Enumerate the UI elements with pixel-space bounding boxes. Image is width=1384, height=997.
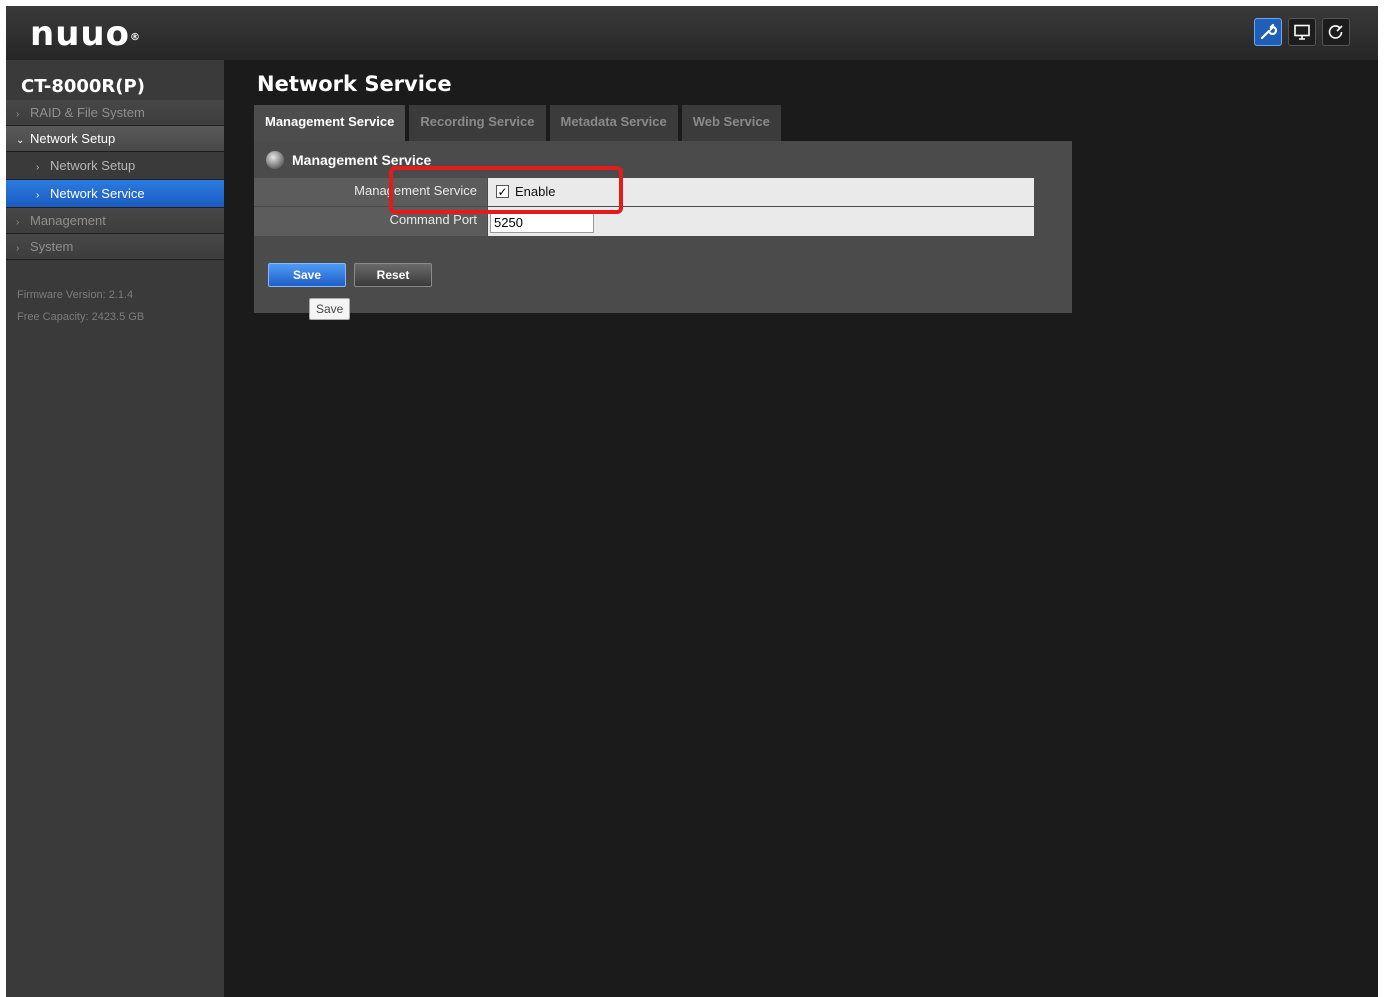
chevron-right-icon: › xyxy=(16,243,20,254)
power-icon[interactable] xyxy=(1322,18,1350,46)
save-button[interactable]: Save xyxy=(268,263,346,287)
sidebar-item-label: Network Setup xyxy=(30,131,116,146)
tab-web-service[interactable]: Web Service xyxy=(681,105,781,141)
monitor-icon[interactable] xyxy=(1288,18,1316,46)
sidebar-item-system[interactable]: › System xyxy=(6,234,224,260)
sidebar-item-label: Management xyxy=(30,213,106,228)
nuuo-logo: nuuo® xyxy=(30,14,141,54)
top-icon-bar xyxy=(1254,18,1350,46)
sidebar-item-label: System xyxy=(30,239,74,254)
top-header: nuuo® xyxy=(6,6,1378,60)
sidebar-item-management[interactable]: › Management xyxy=(6,208,224,234)
device-name: CT-8000R(P) xyxy=(21,76,145,97)
page-title: Network Service xyxy=(257,72,452,96)
chevron-right-icon: › xyxy=(16,217,20,228)
command-port-row: Command Port 5250 xyxy=(254,207,1034,236)
tab-metadata-service[interactable]: Metadata Service xyxy=(549,105,678,141)
management-service-row: Management Service ✓ Enable xyxy=(254,178,1034,206)
registered-mark: ® xyxy=(129,32,141,43)
free-capacity: Free Capacity: 2423.5 GB xyxy=(17,311,145,323)
sidebar-item-raid-file-system[interactable]: › RAID & File System xyxy=(6,100,224,126)
sidebar-nav: › RAID & File System ⌄ Network Setup › Netw… xyxy=(6,100,224,260)
sidebar-item-network-setup[interactable]: › Network Setup xyxy=(6,152,224,180)
chevron-down-icon: ⌄ xyxy=(16,135,25,146)
sidebar-item-label: Network Setup xyxy=(50,158,136,173)
chevron-right-icon: › xyxy=(36,190,40,201)
globe-icon xyxy=(266,151,284,169)
reset-button[interactable]: Reset xyxy=(354,263,432,287)
firmware-version: Firmware Version: 2.1.4 xyxy=(17,289,134,301)
command-port-input[interactable]: 5250 xyxy=(490,213,594,233)
sidebar-item-network-service[interactable]: › Network Service xyxy=(6,180,224,208)
settings-panel: Management Service Management Service ✓ … xyxy=(254,141,1072,320)
service-tabs: Management Service Recording Service Met… xyxy=(254,105,781,141)
chevron-right-icon: › xyxy=(36,162,40,173)
save-tooltip: Save xyxy=(309,298,351,320)
tab-management-service[interactable]: Management Service xyxy=(254,105,406,141)
sidebar-item-network-setup-group[interactable]: ⌄ Network Setup xyxy=(6,126,224,152)
wrench-icon[interactable] xyxy=(1254,18,1282,46)
highlight-box xyxy=(389,166,623,214)
logo-text: nuuo xyxy=(30,14,130,54)
sidebar-item-label: Network Service xyxy=(50,186,145,201)
chevron-right-icon: › xyxy=(16,109,20,120)
sidebar: CT-8000R(P) › RAID & File System ⌄ Network… xyxy=(6,60,224,997)
sidebar-item-label: RAID & File System xyxy=(30,105,145,120)
tab-recording-service[interactable]: Recording Service xyxy=(409,105,546,141)
system-info: Firmware Version: 2.1.4 Free Capacity: 2… xyxy=(17,284,144,328)
